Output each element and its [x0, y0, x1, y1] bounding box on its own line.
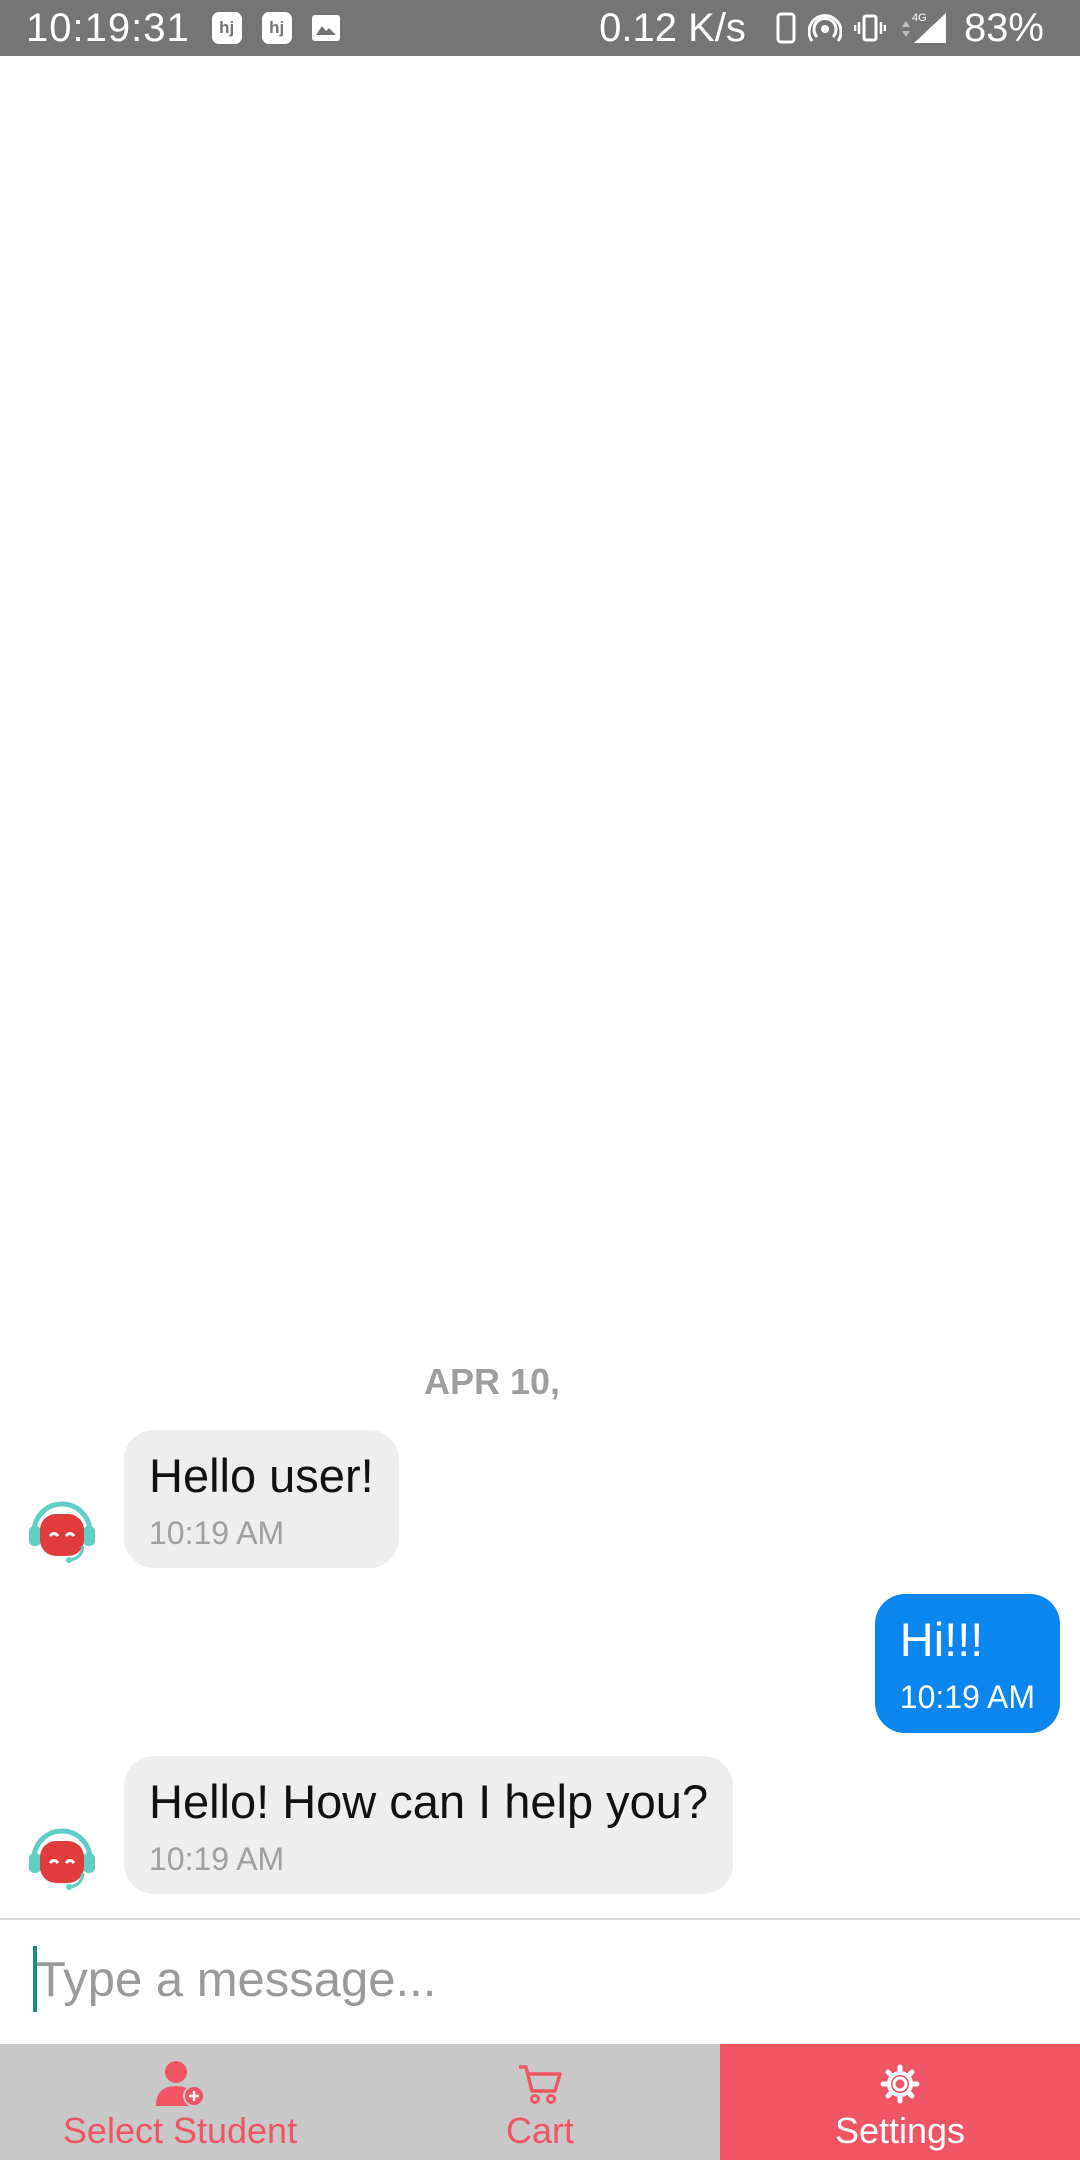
bottom-nav: Select Student Cart Settings: [0, 2044, 1080, 2160]
gear-icon: [874, 2060, 926, 2108]
nav-settings[interactable]: Settings: [720, 2044, 1080, 2160]
svg-text:4G: 4G: [912, 12, 927, 24]
vibrate-icon: [853, 12, 886, 44]
message-time: 10:19 AM: [899, 1679, 1035, 1715]
message-text: Hello user!: [149, 1449, 374, 1502]
bot-avatar: [26, 1492, 98, 1564]
message-time: 10:19 AM: [149, 1515, 285, 1551]
status-bar-left: 10:19:31 hj hj: [26, 6, 360, 51]
nav-cart[interactable]: Cart: [360, 2044, 720, 2160]
status-bar: 10:19:31 hj hj 0.12 K/s 4G 83%: [0, 0, 1080, 56]
battery-percentage: 83%: [963, 5, 1044, 50]
phone-icon: [776, 12, 796, 44]
message-input-bar: [0, 1918, 1080, 2044]
message-time: 10:19 AM: [149, 1841, 285, 1877]
hj-notification-icon: hj: [261, 12, 292, 44]
cart-icon: [514, 2060, 566, 2108]
bot-avatar: [26, 1819, 98, 1891]
bot-message-bubble: Hello user! 10:19 AM: [124, 1430, 399, 1568]
user-message-bubble: Hi!!! 10:19 AM: [874, 1594, 1060, 1733]
network-speed: 0.12 K/s: [599, 5, 746, 50]
signal-icon: 4G: [898, 11, 950, 45]
chat-area[interactable]: APR 10, Hello user! 10:19 AM Hi!!! 10:19…: [0, 56, 1080, 1920]
nav-label: Select Student: [62, 2110, 298, 2151]
add-user-icon: [154, 2060, 206, 2108]
message-input[interactable]: [36, 1936, 1036, 2024]
nav-select-student[interactable]: Select Student: [0, 2044, 360, 2160]
date-separator: APR 10,: [423, 1361, 561, 1402]
status-bar-right: 0.12 K/s 4G 83%: [599, 6, 1044, 51]
nav-label: Cart: [505, 2110, 574, 2151]
message-text: Hi!!!: [899, 1613, 984, 1666]
hotspot-icon: [807, 12, 842, 44]
nav-label: Settings: [834, 2110, 966, 2151]
message-text: Hello! How can I help you?: [149, 1775, 709, 1828]
hj-notification-icon: hj: [211, 12, 242, 44]
status-time: 10:19:31: [26, 5, 190, 50]
image-notification-icon: [311, 15, 340, 41]
bot-message-bubble: Hello! How can I help you? 10:19 AM: [124, 1756, 734, 1894]
